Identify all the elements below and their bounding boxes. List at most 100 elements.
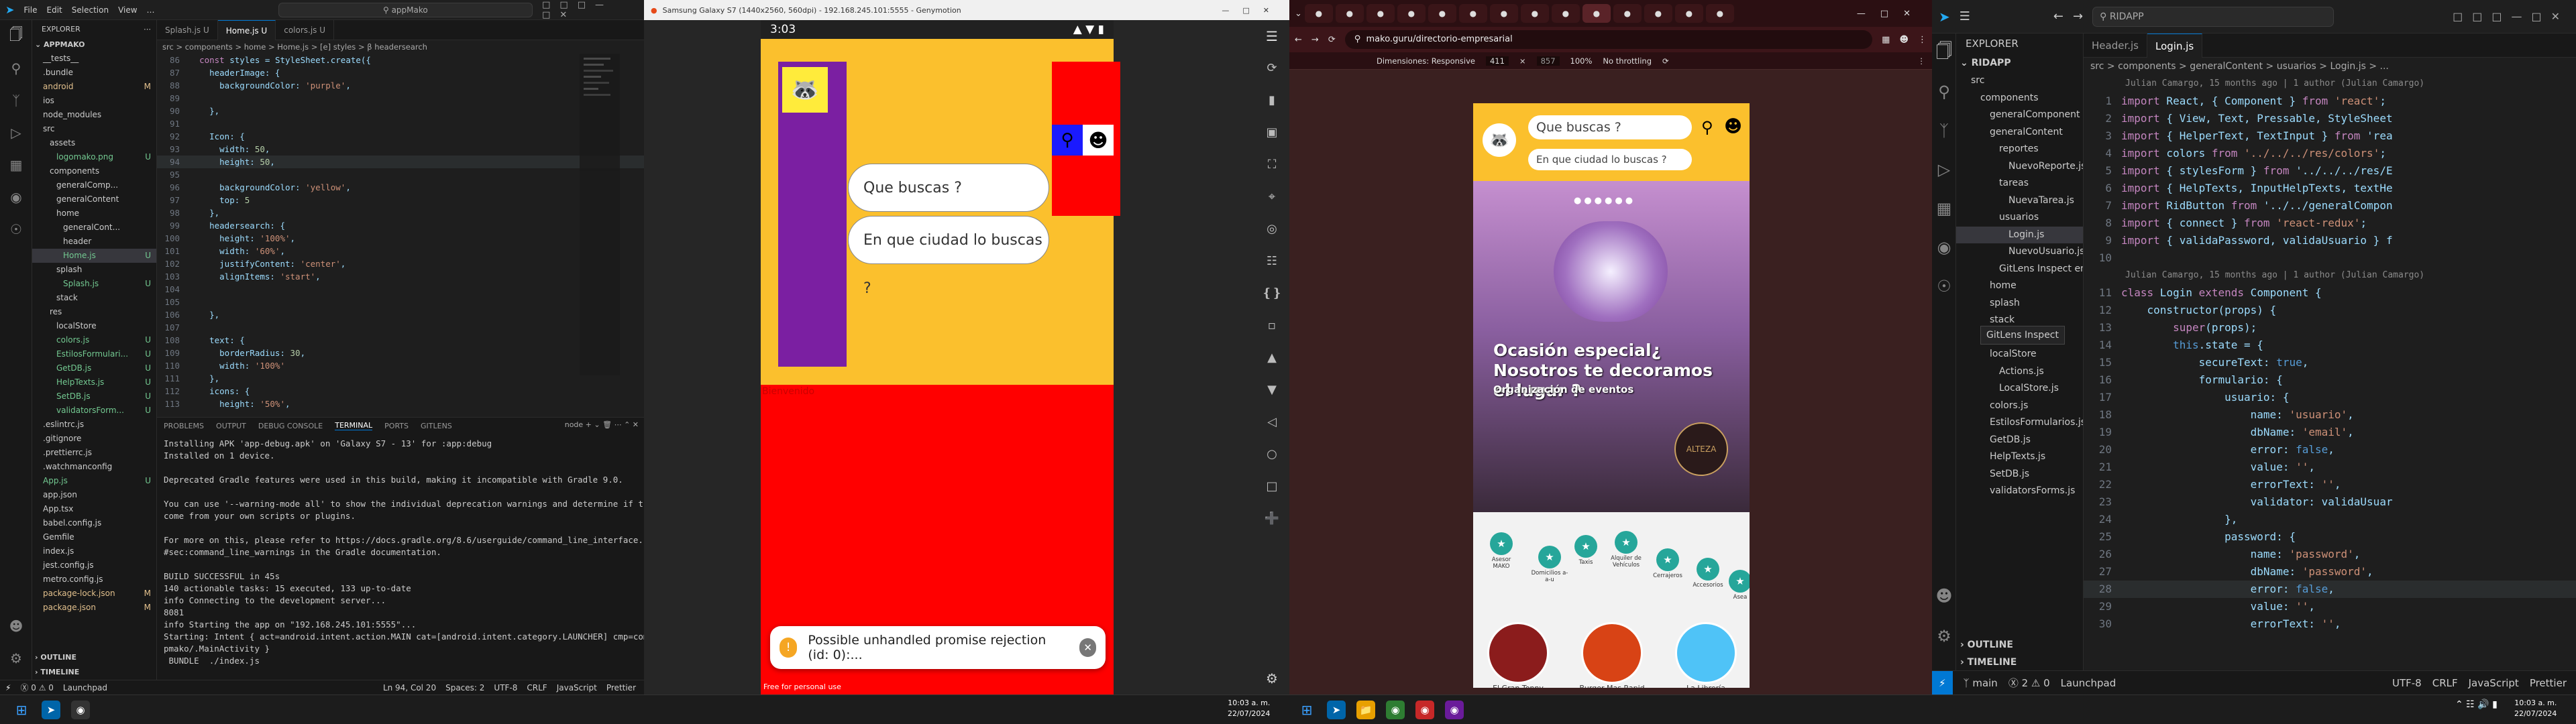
tree-item[interactable]: ios <box>32 94 156 108</box>
more-icon[interactable]: ⋯ <box>144 25 151 34</box>
start-icon[interactable]: ⊞ <box>12 701 31 719</box>
extensions-icon[interactable]: ▦ <box>0 149 32 181</box>
language-mode[interactable]: JavaScript <box>557 683 597 692</box>
tree-item[interactable]: logomako.png U <box>32 150 156 164</box>
home-icon[interactable]: ○ <box>1254 438 1289 471</box>
project-root[interactable]: ⌄ APPMAKO <box>32 38 156 52</box>
tree-item[interactable]: HelpTexts.js <box>1956 448 2083 466</box>
editor-tab[interactable]: Home.js U <box>217 20 276 40</box>
indentation[interactable]: Spaces: 2 <box>445 683 484 692</box>
site-search-icon[interactable]: ⚲ <box>1701 118 1713 137</box>
search-input[interactable]: Que buscas ? <box>848 164 1049 212</box>
outline-section[interactable]: › OUTLINE <box>35 650 76 664</box>
device-more-icon[interactable]: ⋮ <box>1918 56 1926 66</box>
file-explorer-icon[interactable]: 📁 <box>1356 701 1375 719</box>
tree-item[interactable]: tareas <box>1956 175 2083 192</box>
hero-banner[interactable]: ●●●●●● Ocasión especial¿ Nosotros te dec… <box>1473 181 1750 512</box>
tree-item[interactable]: header <box>32 235 156 249</box>
encoding[interactable]: UTF-8 <box>2392 677 2422 689</box>
menu-item[interactable]: Edit <box>47 5 62 15</box>
network-icon[interactable]: ☷ <box>1254 245 1289 278</box>
errors-icon[interactable]: Ⓧ 0 ⚠ 0 <box>20 682 53 693</box>
category-item[interactable]: ★ Alquiler de Vehículos <box>1607 531 1645 568</box>
tree-item[interactable]: res <box>32 305 156 319</box>
menu-item[interactable]: File <box>23 5 37 15</box>
tree-item[interactable]: NuevaTarea.js <box>1956 192 2083 210</box>
back-icon[interactable]: ◁ <box>1254 406 1289 438</box>
breadcrumb[interactable]: src > components > generalContent > usua… <box>2084 58 2576 75</box>
tree-item[interactable]: app.json <box>32 488 156 502</box>
category-item[interactable]: ★ Asesor MAKO <box>1483 532 1520 570</box>
tree-item[interactable]: .gitignore <box>32 432 156 446</box>
code-editor[interactable]: Julian Camargo, 15 months ago | 1 author… <box>2084 75 2576 665</box>
tree-item[interactable]: GitLens Inspect enu <box>1956 261 2083 278</box>
phone-screen[interactable]: 3:03 ▲ ▼ ▮ 🦝 ⚲ ☻ Que buscas ? En que ciu… <box>761 20 1120 695</box>
mobile-viewport[interactable]: 🦝 Que buscas ? ⚲ ☻ En que ciudad lo busc… <box>1473 103 1750 688</box>
tree-item[interactable]: assets <box>32 136 156 150</box>
width-field[interactable]: 411 <box>1485 56 1509 66</box>
tree-item[interactable]: android M <box>32 80 156 94</box>
tree-item[interactable]: .prettierrc.js <box>32 446 156 460</box>
browser-tab[interactable]: ● <box>1551 4 1580 23</box>
site-user-icon[interactable]: ☻ <box>1724 117 1742 137</box>
clock-right[interactable]: 10:03 a. m. 22/07/2024 <box>2514 698 2557 719</box>
tree-item[interactable]: src <box>1956 72 2083 90</box>
tab-search-icon[interactable]: ⌄ <box>1295 9 1302 19</box>
category-item[interactable]: ★ Asea <box>1721 570 1750 601</box>
tree-item[interactable]: babel.config.js <box>32 516 156 530</box>
genymotion-taskbar-icon[interactable]: ◉ <box>71 701 90 719</box>
code-icon[interactable]: ❴❵ <box>1254 278 1289 310</box>
chrome-window-controls[interactable]: —□✕ <box>1857 9 1925 19</box>
tree-item[interactable]: HelpTexts.js U <box>32 375 156 389</box>
tree-item[interactable]: NuevoUsuario.js <box>1956 243 2083 261</box>
browser-tab[interactable]: ● <box>1613 4 1642 23</box>
prettier-status[interactable]: Prettier <box>606 683 636 692</box>
volume-down-icon[interactable]: ▼ <box>1254 374 1289 406</box>
run-debug-icon[interactable]: ▷ <box>1932 150 1956 189</box>
emulator-window-controls[interactable]: —□✕ <box>1222 6 1283 15</box>
tree-item[interactable]: .bundle <box>32 66 156 80</box>
search-icon[interactable]: ⚲ <box>1932 72 1956 111</box>
vscode-taskbar-icon-2[interactable]: ➤ <box>1327 701 1346 719</box>
browser-tab[interactable]: ● <box>1644 4 1672 23</box>
id-icon[interactable]: ▣ <box>1254 117 1289 149</box>
tree-item[interactable]: __tests__ <box>32 52 156 66</box>
panel-tab[interactable]: DEBUG CONSOLE <box>258 422 323 430</box>
site-search-input[interactable]: Que buscas ? <box>1528 115 1692 139</box>
volume-up-icon[interactable]: ▲ <box>1254 342 1289 374</box>
eol[interactable]: CRLF <box>527 683 547 692</box>
tree-item[interactable]: generalComp... <box>32 178 156 192</box>
tree-item[interactable]: stack <box>32 291 156 305</box>
category-item[interactable]: ★ Domicilios a-a-u <box>1531 546 1568 583</box>
tree-item[interactable]: usuarios <box>1956 209 2083 227</box>
run-debug-icon[interactable]: ▷ <box>0 117 32 149</box>
tree-item[interactable]: generalContent <box>1956 124 2083 141</box>
browser-tab[interactable]: ● <box>1335 4 1364 23</box>
tray-icons[interactable]: ⌃ ☷ 🔊 ▮ <box>2455 699 2498 710</box>
start-icon-2[interactable]: ⊞ <box>1297 701 1316 719</box>
outline-section[interactable]: › OUTLINE <box>1960 636 2013 654</box>
panel-tab[interactable]: PROBLEMS <box>164 422 204 430</box>
tree-item[interactable]: home <box>32 206 156 221</box>
chrome-icon[interactable]: ◉ <box>1386 701 1405 719</box>
tree-item[interactable]: colors.js <box>1956 398 2083 415</box>
app-icon[interactable]: ◉ <box>1445 701 1464 719</box>
encoding[interactable]: UTF-8 <box>494 683 517 692</box>
search-icon[interactable]: ⚲ <box>1052 125 1083 156</box>
user-icon[interactable]: ☻ <box>1083 125 1114 156</box>
tree-item[interactable]: jest.config.js <box>32 558 156 572</box>
browser-tab[interactable]: ● <box>1428 4 1456 23</box>
tree-item[interactable]: GetDB.js U <box>32 361 156 375</box>
tree-item[interactable]: localStore <box>32 319 156 333</box>
category-item[interactable]: ★ Taxis <box>1567 535 1605 566</box>
tree-item[interactable]: NuevoReporte.js <box>1956 158 2083 176</box>
launchpad-status[interactable]: Launchpad <box>2061 677 2116 689</box>
recents-icon[interactable]: □ <box>1254 471 1289 503</box>
prettier-status[interactable]: Prettier <box>2530 677 2567 689</box>
account-icon[interactable]: ☻ <box>0 610 32 642</box>
timeline-section[interactable]: › TIMELINE <box>35 665 79 679</box>
explorer-icon[interactable]: 🗍 <box>1932 34 1956 72</box>
tree-item[interactable]: components <box>1956 90 2083 107</box>
carousel-dots[interactable]: ●●●●●● <box>1574 196 1635 206</box>
site-city-input[interactable]: En que ciudad lo buscas ? <box>1528 149 1692 170</box>
